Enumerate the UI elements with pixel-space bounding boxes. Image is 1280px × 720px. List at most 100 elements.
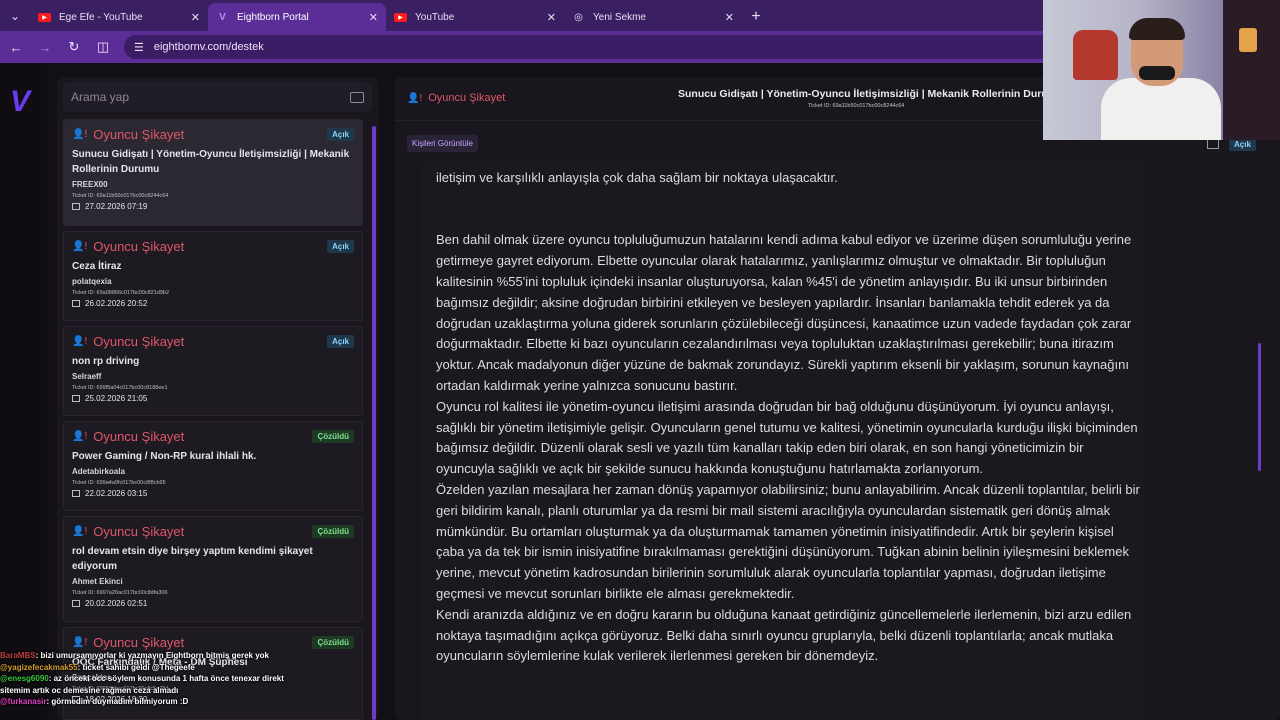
user-alert-icon: 👤! [72,241,88,252]
chat-message: @enesg6090: az önceki occ söylem konusun… [0,674,284,695]
view-people-button[interactable]: Kişileri Görüntüle [407,135,478,152]
tab-0[interactable]: ▶ Ege Efe - YouTube ✕ [30,3,208,31]
chat-message: BaraMBS: bizi umursamıyorlar ki yazmayın… [0,651,269,660]
message-paragraph: Kendi aranızda aldığınız ve en doğru kar… [436,606,1132,664]
ticket-category: 👤! Oyuncu Şikayet [72,334,185,349]
ticket-category: 👤! Oyuncu Şikayet [72,239,185,254]
new-tab-button[interactable]: + [742,3,770,31]
webcam-hair [1129,18,1185,40]
status-badge: Açık [327,128,354,141]
status-badge: Çözüldü [312,636,354,649]
ticket-id: Ticket ID: 69a11b50c017bc00c8244c64 [72,193,169,199]
message-paragraph: iletişim ve karşılıklı anlayışla çok dah… [436,170,838,185]
stream-chat-overlay: BaraMBS: bizi umursamıyorlar ki yazmayın… [0,650,290,708]
message-paragraph: Ben dahil olmak üzere oyuncu topluluğumu… [436,232,1132,393]
tab-search-icon[interactable]: ⌄ [0,0,30,31]
ticket-list-scrollbar[interactable] [372,126,376,720]
chat-message: @furkanasir: görmedim duymadım bilmiyoru… [0,697,189,707]
ticket-card[interactable]: 👤! Oyuncu Şikayet Power Gaming / Non-RP k… [63,421,363,511]
chrome-icon: ◎ [574,11,583,23]
calendar-icon [72,600,80,607]
detail-subject: Sunucu Gidişatı | Yönetim-Oyuncu İletişi… [678,88,1064,100]
ticket-title: Ceza İtiraz [72,261,122,272]
tab-label: Yeni Sekme [593,11,646,23]
back-arrow-icon[interactable]: ← [3,34,29,60]
tab-2[interactable]: ▶ YouTube ✕ [386,3,564,31]
ticket-title: Power Gaming / Non-RP kural ihlali hk. [72,451,257,462]
close-icon[interactable]: ✕ [547,11,556,24]
ticket-author: FREEX00 [72,180,108,189]
message-paragraph: Oyuncu rol kalitesi ile yönetim-oyuncu i… [436,398,1138,477]
ticket-date: 27.02.2026 07:19 [72,202,354,211]
ticket-id: Ticket ID: 699a4a9fc017bc00c8f8cb95 [72,480,166,486]
reload-icon[interactable]: ↻ [61,34,87,60]
webcam-door [1223,0,1280,140]
detail-category: 👤! Oyuncu Şikayet [407,92,506,104]
address-bar[interactable]: ☰ eightbornv.com/destek [124,35,1064,59]
split-view-icon[interactable]: ◫ [90,34,116,60]
detail-ticket-id: Ticket ID: 69a11b50c017bc00c8244c64 [808,103,905,109]
ticket-author: polatqexia [72,277,112,286]
ticket-date: 22.02.2026 03:15 [72,489,354,498]
ticket-title: rol devam etsin diye birşey yaptım kendi… [72,546,313,572]
ticket-date: 25.02.2026 21:05 [72,394,354,403]
detail-scrollbar[interactable] [1258,343,1261,471]
user-alert-icon: 👤! [72,637,88,648]
eightborn-logo[interactable]: V [10,85,30,119]
webcam-lamp [1239,28,1257,52]
site-info-icon[interactable]: ☰ [134,41,144,54]
user-alert-icon: 👤! [72,526,88,537]
ticket-list-panel: Arama yap 👤! Oyuncu Şikayet Sunucu Gidişa… [57,77,378,720]
webcam-overlay [1043,0,1280,140]
ticket-title: Sunucu Gidişatı | Yönetim-Oyuncu İletişi… [72,149,350,175]
ticket-id: Ticket ID: 699f5a04c017bc00c8188ee1 [72,385,168,391]
webcam-decoration [1073,30,1118,80]
status-badge: Açık [327,335,354,348]
ticket-card[interactable]: 👤! Oyuncu Şikayet Sunucu Gidişatı | Yönet… [63,119,363,226]
search-placeholder: Arama yap [71,90,130,104]
ticket-id: Ticket ID: 6997a20ac017bc00c8dfa306 [72,590,168,596]
ticket-card[interactable]: 👤! Oyuncu Şikayet non rp driving Selraeff… [63,326,363,416]
status-badge: Çözüldü [312,525,354,538]
user-alert-icon: 👤! [72,431,88,442]
left-rail: V [0,63,47,720]
ticket-author: Adetabirkoala [72,467,125,476]
user-alert-icon: 👤! [72,129,88,140]
chat-message: @yagizefecakmak55: ticket sahibi geldi @… [0,662,195,672]
ticket-title: non rp driving [72,356,140,367]
tab-1[interactable]: V Eightborn Portal ✕ [208,3,386,31]
ticket-card[interactable]: 👤! Oyuncu Şikayet rol devam etsin diye bi… [63,516,363,622]
ticket-date: 20.02.2026 02:51 [72,599,354,608]
url-text: eightbornv.com/destek [153,41,264,53]
close-icon[interactable]: ✕ [725,11,734,24]
calendar-icon [72,395,80,402]
search-input[interactable]: Arama yap [63,82,372,112]
status-badge: Çözüldü [312,430,354,443]
ticket-author: Selraeff [72,372,102,381]
forward-arrow-icon[interactable]: → [32,34,58,60]
filter-icon[interactable] [350,91,364,103]
ticket-card[interactable]: 👤! Oyuncu Şikayet Ceza İtiraz polatqexia … [63,231,363,321]
calendar-icon[interactable] [1207,139,1219,149]
calendar-icon [72,490,80,497]
youtube-icon: ▶ [394,12,407,22]
portal-page: V Arama yap 👤! Oyuncu Şikayet Sunucu Gidi… [0,63,1280,720]
message-paragraph: Özelden yazılan mesajlara her zaman dönü… [436,481,1140,601]
user-alert-icon: 👤! [72,336,88,347]
ticket-message: iletişim ve karşılıklı anlayışla çok dah… [421,162,1145,720]
tab-label: YouTube [415,11,455,23]
close-icon[interactable]: ✕ [369,11,378,24]
user-alert-icon: 👤! [407,92,423,104]
calendar-icon [72,203,80,210]
webcam-shirt [1101,78,1221,140]
eightborn-icon: V [219,11,226,23]
close-icon[interactable]: ✕ [191,11,200,24]
ticket-date: 26.02.2026 20:52 [72,299,354,308]
tab-3[interactable]: ◎ Yeni Sekme ✕ [564,3,742,31]
message-text: iletişim ve karşılıklı anlayışla çok dah… [436,168,1141,667]
tab-label: Ege Efe - YouTube [59,11,143,23]
ticket-category: 👤! Oyuncu Şikayet [72,127,185,142]
ticket-detail-panel: 👤! Oyuncu Şikayet Sunucu Gidişatı | Yönet… [395,77,1280,720]
calendar-icon [72,300,80,307]
